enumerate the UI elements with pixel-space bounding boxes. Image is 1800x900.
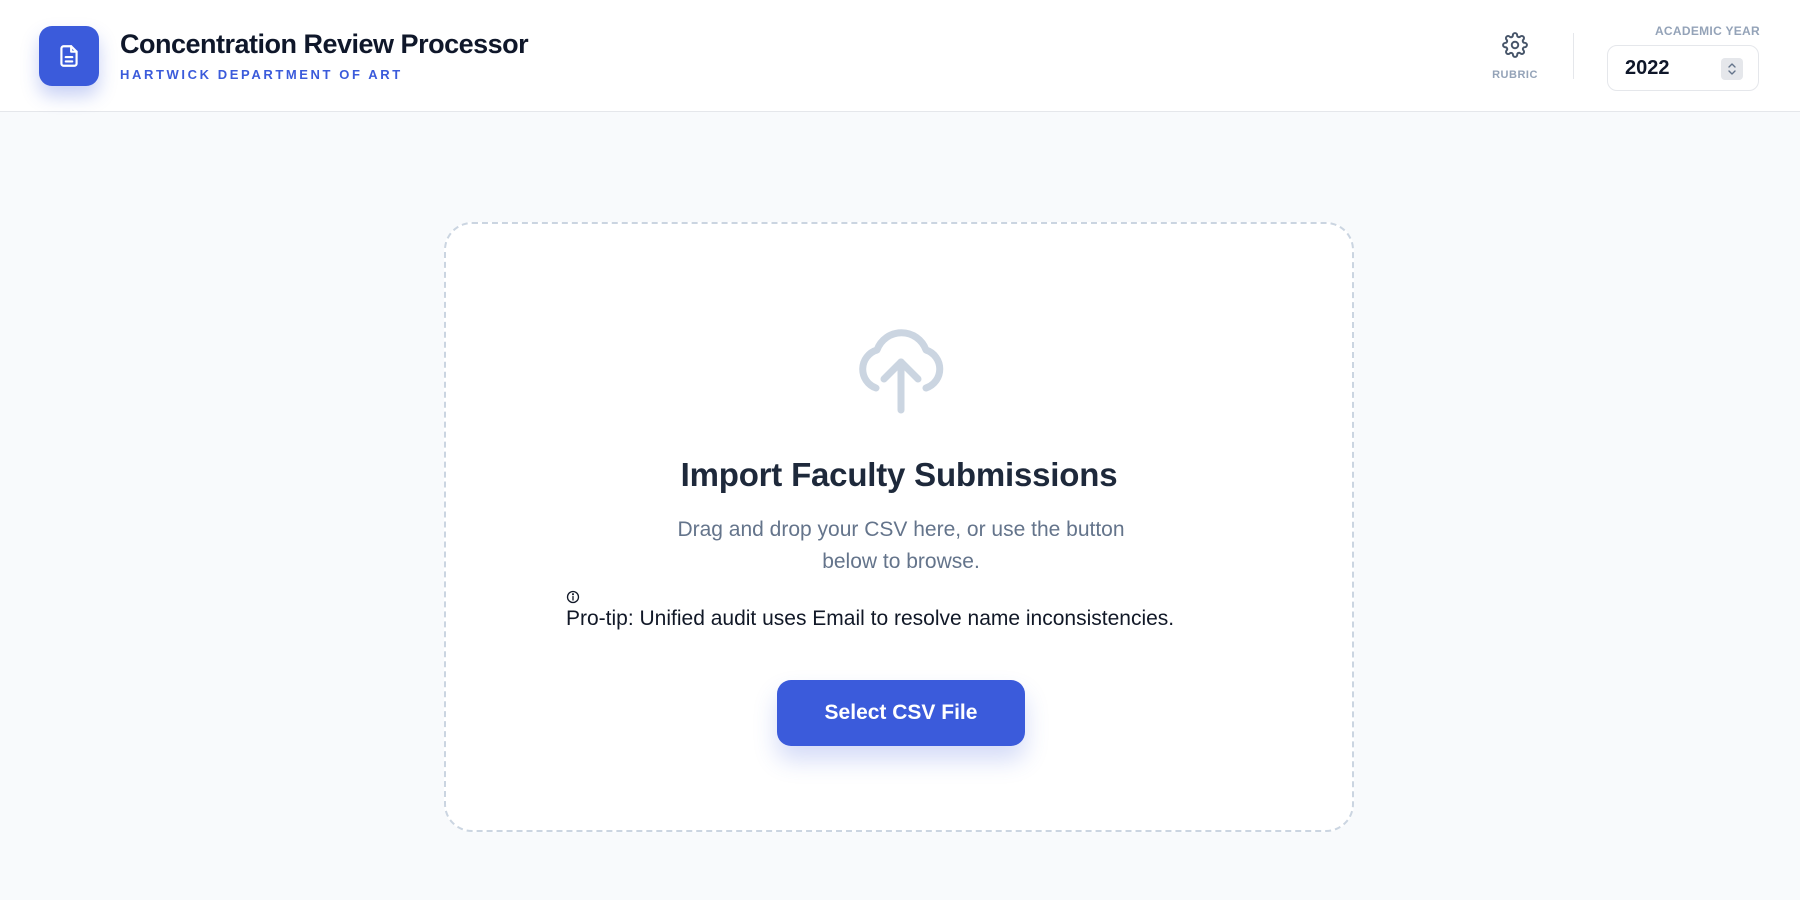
rubric-label: RUBRIC [1492, 69, 1538, 81]
upload-title: Import Faculty Submissions [680, 456, 1118, 493]
academic-year-input[interactable]: 2022 [1607, 45, 1759, 91]
year-stepper[interactable] [1721, 58, 1743, 80]
app-header: Concentration Review Processor HARTWICK … [0, 0, 1800, 112]
gear-icon [1502, 32, 1528, 58]
header-divider [1573, 33, 1574, 79]
info-icon [566, 590, 580, 604]
pro-tip-text: Pro-tip: Unified audit uses Email to res… [566, 607, 1175, 630]
rubric-button[interactable]: RUBRIC [1470, 30, 1560, 90]
upload-description: Drag and drop your CSV here, or use the … [677, 518, 1125, 573]
cloud-upload-icon [859, 329, 944, 414]
academic-year-label: ACADEMIC YEAR [1654, 24, 1760, 38]
app-subtitle: HARTWICK DEPARTMENT OF ART [120, 67, 403, 82]
document-icon [60, 45, 78, 67]
academic-year-value: 2022 [1625, 57, 1670, 79]
csv-drop-zone[interactable]: Import Faculty Submissions Drag and drop… [444, 222, 1354, 832]
app-logo [39, 26, 99, 86]
chevron-up-down-icon [1728, 63, 1736, 75]
select-csv-button[interactable]: Select CSV File [777, 680, 1025, 746]
app-title: Concentration Review Processor [120, 29, 529, 59]
